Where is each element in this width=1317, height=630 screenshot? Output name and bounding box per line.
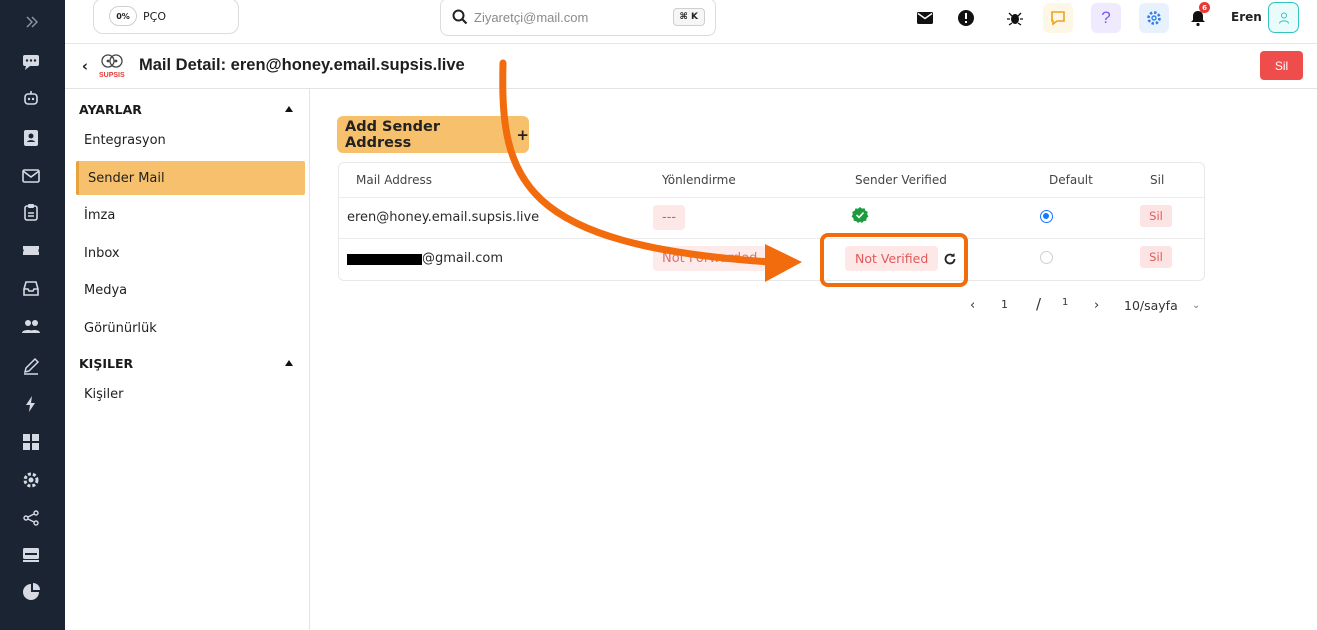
section-ayarlar[interactable]: AYARLAR	[79, 102, 301, 120]
status-percent: 0%	[109, 6, 137, 26]
chat-icon[interactable]	[19, 50, 43, 74]
section-title: AYARLAR	[79, 102, 142, 117]
avatar[interactable]	[1268, 2, 1299, 33]
add-button-label: Add Sender Address	[345, 118, 440, 151]
sidebar-item-kisiler[interactable]: Kişiler	[76, 377, 305, 411]
search-shortcut: ⌘ K	[672, 8, 705, 26]
plus-icon: +	[516, 125, 529, 144]
share-icon[interactable]	[19, 506, 43, 530]
verified-check-icon	[851, 207, 869, 223]
edit-icon[interactable]	[19, 354, 43, 378]
table-row: @gmail.com Not Forwarded Not Verified Si…	[339, 239, 1204, 280]
table-header: Mail Address Yönlendirme Sender Verified…	[339, 163, 1204, 198]
inbox-icon[interactable]	[19, 276, 43, 300]
bell-icon[interactable]: 6	[1183, 2, 1213, 33]
pie-chart-icon[interactable]	[19, 580, 43, 604]
lightning-icon[interactable]	[19, 392, 43, 416]
sidebar-item-medya[interactable]: Medya	[76, 273, 305, 307]
page-separator: /	[1036, 295, 1042, 313]
chat-bubble-icon[interactable]	[1043, 3, 1073, 33]
current-page[interactable]: 1	[1001, 298, 1008, 311]
sender-table: Mail Address Yönlendirme Sender Verified…	[338, 162, 1205, 281]
default-radio[interactable]	[1040, 210, 1053, 223]
row-delete-button[interactable]: Sil	[1140, 205, 1172, 227]
supsis-logo: SUPSIS	[99, 54, 125, 79]
search-icon	[452, 9, 468, 25]
sidebar-item-entegrasyon[interactable]: Entegrasyon	[76, 123, 305, 157]
column-header: Sil	[1150, 173, 1165, 187]
add-sender-address-button[interactable]: Add Sender Address +	[337, 116, 529, 153]
status-label: PÇO	[143, 9, 166, 23]
settings-sidebar: AYARLAR Entegrasyon Sender Mail İmza Inb…	[65, 89, 310, 630]
collapse-caret-icon[interactable]	[285, 106, 293, 112]
page-size-select[interactable]: 10/sayfa	[1124, 298, 1178, 313]
user-name[interactable]: Eren	[1231, 10, 1262, 24]
sidebar-item-imza[interactable]: İmza	[76, 198, 305, 232]
collapse-caret-icon[interactable]	[285, 360, 293, 366]
status-selector[interactable]: 0% PÇO	[93, 0, 239, 34]
expand-icon[interactable]	[19, 10, 43, 34]
page-header: ‹ SUPSIS Mail Detail: eren@honey.email.s…	[65, 44, 1317, 89]
help-icon[interactable]: ?	[1091, 3, 1121, 33]
chevron-down-icon[interactable]: ⌄	[1192, 300, 1200, 311]
users-icon[interactable]	[19, 314, 43, 338]
column-header: Default	[1049, 173, 1093, 187]
forwarding-status: Not Forwarded	[653, 246, 767, 271]
page-title: Mail Detail: eren@honey.email.supsis.liv…	[139, 56, 465, 74]
top-bar: 0% PÇO ⌘ K ? 6 Eren	[65, 0, 1317, 44]
mail-address: @gmail.com	[422, 251, 504, 266]
back-button[interactable]: ‹	[78, 57, 92, 75]
delete-button[interactable]: Sil	[1260, 51, 1303, 80]
contacts-icon[interactable]	[19, 126, 43, 150]
redacted-text	[347, 254, 422, 265]
icon-rail	[0, 0, 65, 630]
sidebar-item-gorunurluk[interactable]: Görünürlük	[76, 311, 305, 345]
gear-icon[interactable]	[1139, 3, 1169, 33]
clipboard-icon[interactable]	[19, 200, 43, 224]
settings-gear-icon[interactable]	[19, 468, 43, 492]
annotation-highlight-box	[820, 233, 968, 287]
prev-page-icon[interactable]: ‹	[970, 298, 975, 313]
grid-icon[interactable]	[19, 430, 43, 454]
search-box[interactable]: ⌘ K	[440, 0, 716, 36]
card-icon[interactable]	[19, 542, 43, 566]
bot-icon[interactable]	[19, 86, 43, 110]
table-row: eren@honey.email.supsis.live --- Sil	[339, 198, 1204, 239]
notification-count: 6	[1199, 2, 1210, 13]
alert-icon[interactable]	[951, 3, 981, 33]
svg-text:SUPSIS: SUPSIS	[99, 72, 125, 79]
next-page-icon[interactable]: ›	[1094, 298, 1099, 313]
mail-address: eren@honey.email.supsis.live	[347, 210, 540, 225]
search-input[interactable]	[474, 9, 664, 25]
column-header: Sender Verified	[855, 173, 947, 187]
ticket-icon[interactable]	[19, 238, 43, 262]
row-delete-button[interactable]: Sil	[1140, 246, 1172, 268]
sidebar-item-sender-mail[interactable]: Sender Mail	[76, 161, 305, 195]
bug-icon[interactable]	[1000, 3, 1030, 33]
column-header: Yönlendirme	[662, 173, 736, 187]
sidebar-item-inbox[interactable]: Inbox	[76, 236, 305, 270]
forwarding-status: ---	[653, 205, 686, 230]
mail-icon[interactable]	[19, 164, 43, 188]
section-kisiler[interactable]: KIŞILER	[79, 356, 301, 374]
mail-icon[interactable]	[910, 3, 940, 33]
user-icon	[1278, 12, 1289, 24]
total-pages: 1	[1062, 297, 1069, 308]
default-radio[interactable]	[1040, 251, 1053, 264]
section-title: KIŞILER	[79, 356, 134, 371]
column-header: Mail Address	[356, 173, 432, 187]
